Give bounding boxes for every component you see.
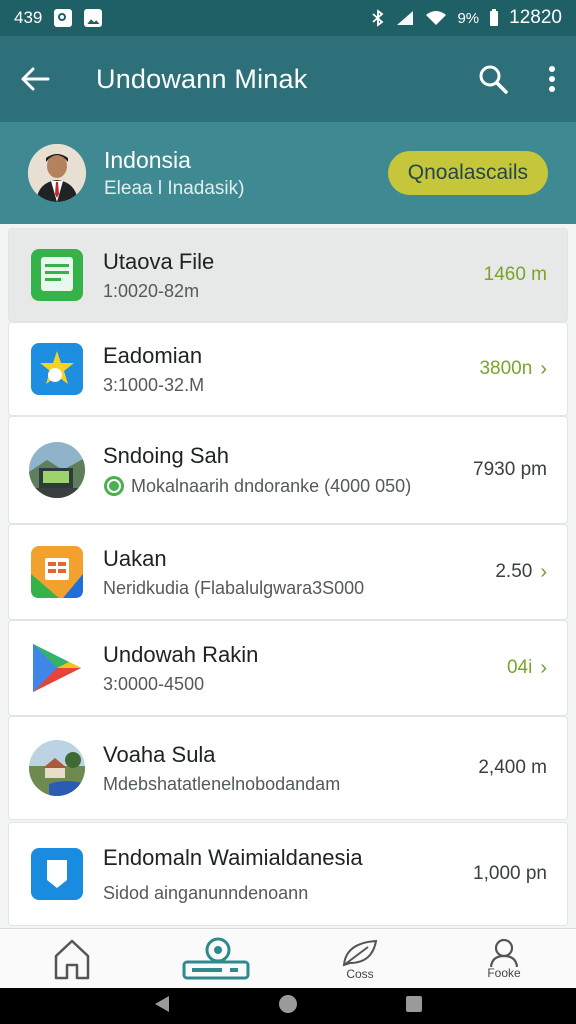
list-item[interactable]: Sndoing Sah Mokalnaarih dndoranke (4000 … [8,416,568,524]
scanner-icon [182,937,250,979]
item-value-text: 2,400 m [478,757,547,778]
list-item[interactable]: Eadomian 3:1000-32.M 3800n › [8,322,568,416]
item-name: Utaova File [103,248,215,274]
profile-header: Indonsia Eleaa l Inadasik) Qnoalascails [0,122,576,224]
list-item[interactable]: Endomaln Waimialdanesia Sidod ainganunnd… [8,822,568,926]
signal-icon [397,11,414,25]
circle-home-icon [278,994,297,1013]
item-subtitle-text: Neridkudia (Flabalulgwara3S000 [103,577,365,598]
item-value-text: 7930 pm [473,459,547,480]
system-navigation-bar [0,988,576,1024]
item-name: Voaha Sula [103,741,216,767]
battery-percent: 9% [457,9,480,27]
leaf-icon [342,939,378,966]
profile-subtitle: Eleaa l Inadasik) [104,177,245,199]
nav-profile[interactable]: Fooke [432,929,576,988]
document-app-icon [29,247,85,303]
status-time-left: 439 [14,8,43,27]
item-value: 1,000 pn [473,863,547,885]
person-icon [489,938,519,967]
item-name: Eadomian [103,342,203,368]
item-value-text: 04i [506,657,533,678]
item-value: 3800n › [479,358,547,381]
more-options-button[interactable] [548,65,556,93]
square-recents-icon [405,995,422,1012]
chevron-right-icon: › [540,357,547,380]
item-value: 2.50 › [495,561,547,584]
notification-icon [54,9,73,27]
item-name: Undowah Rakin [103,641,259,667]
item-subtitle: 3:0000-4500 [103,674,497,695]
item-subtitle: 1:0020-82m [103,281,474,302]
item-value: 04i › [507,657,547,680]
nav-leaf[interactable]: Coss [288,929,432,988]
item-value-text: 1,000 pn [473,863,547,884]
profile-name: Indonsia [104,146,191,173]
arrow-left-icon [21,67,50,91]
search-icon [479,65,508,94]
profile-action-button[interactable]: Qnoalascails [387,151,548,195]
system-home-button[interactable] [278,994,298,1019]
item-value: 1460 m [484,264,547,286]
chevron-right-icon: › [540,656,547,679]
item-subtitle-text: Sidod ainganunndenoann [103,882,309,903]
item-subtitle-text: Mokalnaarih dndoranke (4000 050) [131,475,412,496]
nav-label: Fooke [487,965,521,980]
item-name: Sndoing Sah [103,443,229,468]
item-value-text: 1460 m [483,264,547,285]
item-subtitle: Sidod ainganunndenoann [103,883,463,904]
avatar[interactable] [28,144,86,202]
bottom-navigation: Coss Fooke [0,928,576,988]
item-value: 2,400 m [478,757,547,779]
system-back-button[interactable] [153,994,171,1019]
nav-label: Coss [346,966,374,981]
status-bar: 439 9% 12820 [0,0,576,36]
app-bar: Undowann Minak [0,36,576,122]
list-item[interactable]: Uakan Neridkudia (Flabalulgwara3S000 2.5… [8,524,568,620]
item-subtitle: Mokalnaarih dndoranke (4000 050) [103,475,463,497]
status-clock: 12820 [509,7,562,28]
back-button[interactable] [20,66,50,92]
home-icon [54,939,90,979]
star-app-icon [29,341,85,397]
page-title: Undowann Minak [96,63,308,94]
item-subtitle: Mdebshatatlenelnobodandam [103,774,468,795]
item-list: Utaova File 1:0020-82m 1460 m Eadomian 3… [0,224,576,928]
item-subtitle-text: 3:0000-4500 [103,673,205,694]
list-item[interactable]: Undowah Rakin 3:0000-4500 04i › [8,620,568,716]
wifi-icon [426,11,447,25]
system-recents-button[interactable] [405,995,423,1018]
item-name: Uakan [103,545,167,571]
person-photo-icon [28,144,86,202]
play-store-icon [29,640,85,696]
item-name: Endomaln Waimialdanesia [103,844,363,870]
nav-scanner[interactable] [144,929,288,988]
item-subtitle-text: Mdebshatatlenelnobodandam [103,773,341,794]
town-photo-icon [29,740,85,796]
item-value: 7930 pm [473,459,547,481]
nav-home[interactable] [0,929,144,988]
whatsapp-icon [104,476,124,496]
item-value-text: 2.50 [495,561,533,582]
gallery-notification-icon [84,9,103,27]
list-item[interactable]: Voaha Sula Mdebshatatlenelnobodandam 2,4… [8,716,568,820]
spreadsheet-app-icon [29,544,85,600]
battery-icon [490,9,499,26]
chevron-right-icon: › [540,560,547,583]
more-vertical-icon [549,66,555,92]
triangle-back-icon [155,995,170,1012]
item-subtitle-text: 1:0020-82m [103,280,200,301]
bluetooth-icon [372,9,384,27]
item-subtitle-text: 3:1000-32.M [103,374,205,395]
shield-app-icon [29,846,85,902]
item-subtitle: 3:1000-32.M [103,375,469,396]
search-button[interactable] [478,64,508,94]
landscape-photo-icon [29,442,85,498]
list-item[interactable]: Utaova File 1:0020-82m 1460 m [8,228,568,322]
item-subtitle: Neridkudia (Flabalulgwara3S000 [103,578,485,599]
item-value-text: 3800n [479,358,533,379]
